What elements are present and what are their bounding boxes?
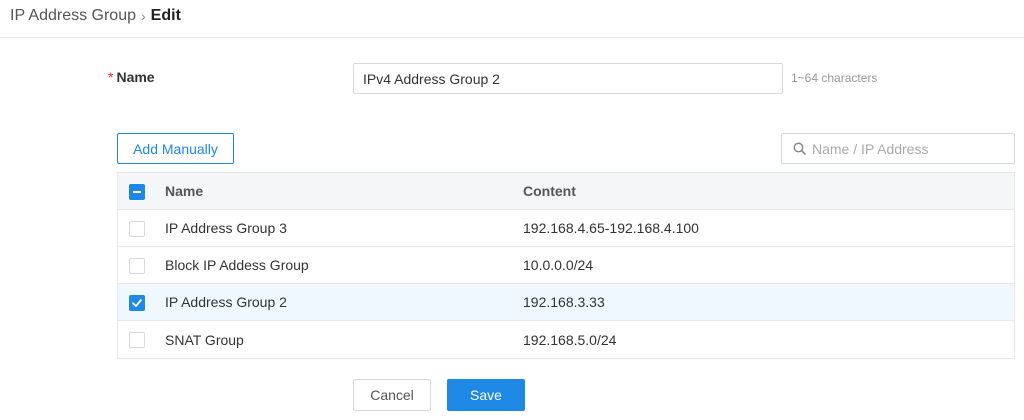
row-content: 192.168.3.33 — [523, 294, 605, 310]
row-name: SNAT Group — [165, 331, 244, 348]
row-checkbox[interactable] — [129, 295, 145, 311]
minus-icon — [133, 191, 141, 193]
column-header-name[interactable]: Name — [165, 183, 203, 199]
breadcrumb-parent-link[interactable]: IP Address Group — [10, 7, 136, 25]
page-header: IP Address Group › Edit — [0, 0, 1024, 38]
search-input[interactable] — [812, 140, 1002, 157]
search-icon — [793, 142, 806, 155]
table-row[interactable]: SNAT Group 192.168.5.0/24 — [118, 321, 1014, 358]
name-input[interactable] — [353, 63, 783, 94]
row-name: Block IP Addess Group — [165, 257, 309, 273]
table-header-row: Name Content — [118, 173, 1014, 210]
required-mark: * — [108, 69, 114, 85]
search-box[interactable] — [781, 133, 1015, 164]
row-content: 192.168.4.65-192.168.4.100 — [523, 220, 699, 236]
save-button[interactable]: Save — [447, 379, 525, 411]
check-icon — [132, 299, 142, 307]
name-label-text: Name — [116, 69, 155, 85]
row-name: IP Address Group 2 — [165, 294, 287, 310]
breadcrumb: IP Address Group › Edit — [10, 7, 181, 25]
name-hint: 1~64 characters — [791, 71, 878, 85]
table-row[interactable]: Block IP Addess Group 10.0.0.0/24 — [118, 247, 1014, 284]
ip-group-table: Name Content IP Address Group 3 192.168.… — [117, 172, 1015, 359]
row-checkbox[interactable] — [129, 221, 145, 237]
row-checkbox[interactable] — [129, 258, 145, 274]
breadcrumb-separator-icon: › — [141, 8, 146, 24]
row-checkbox[interactable] — [129, 332, 145, 348]
row-content: 10.0.0.0/24 — [523, 257, 594, 273]
table-row[interactable]: IP Address Group 3 192.168.4.65-192.168.… — [118, 210, 1014, 247]
table-row[interactable]: IP Address Group 2 192.168.3.33 — [118, 284, 1014, 321]
name-label: * Name — [108, 69, 155, 85]
column-header-content[interactable]: Content — [523, 183, 576, 199]
row-content: 192.168.5.0/24 — [523, 331, 617, 348]
add-manually-button[interactable]: Add Manually — [117, 133, 234, 164]
row-name: IP Address Group 3 — [165, 220, 287, 236]
select-all-checkbox[interactable] — [129, 184, 145, 200]
breadcrumb-current: Edit — [150, 7, 181, 24]
cancel-button[interactable]: Cancel — [353, 379, 431, 411]
